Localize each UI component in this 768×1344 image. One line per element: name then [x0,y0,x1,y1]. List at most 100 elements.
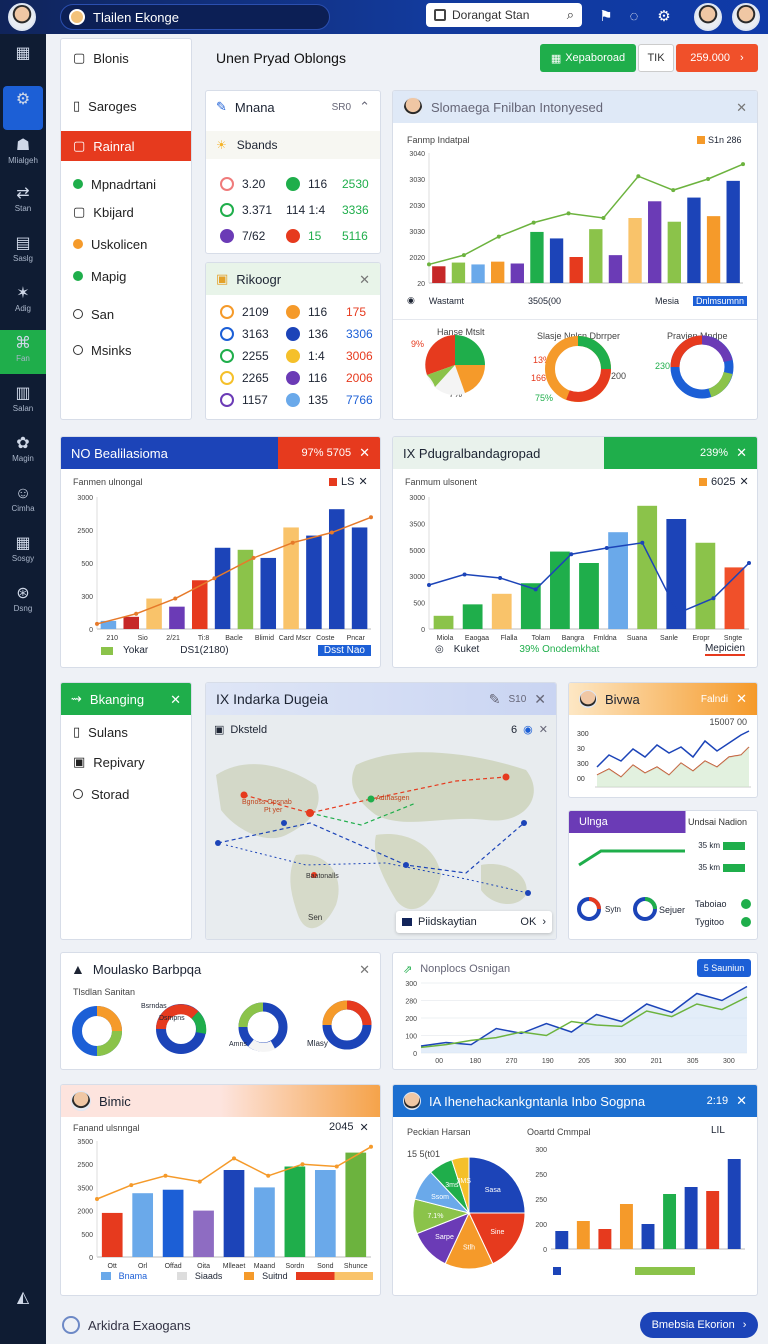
nav-item-6[interactable]: Mapig [61,261,191,291]
row-b-text: 116 [308,371,328,385]
close-icon[interactable]: ✕ [359,962,370,978]
close-icon[interactable]: ✕ [539,723,548,736]
settings-icon[interactable]: ⚙ [654,7,674,27]
legend-badge: S1n 286 [697,135,742,145]
map-marker[interactable] [215,840,221,846]
bivwa-sub: 15007 00 [709,717,747,727]
legend-swatch [177,1272,187,1280]
user-avatar[interactable] [8,3,36,31]
x-tick: Blimid [255,635,274,642]
bkanging-item-2[interactable]: Storad [61,779,191,809]
x-tick: Eropr [692,635,710,642]
trend-point [461,253,466,258]
nav-item-0[interactable]: ▢ Blonis [61,43,191,73]
primary-action-button[interactable]: ▦ Xepaboroad [540,44,636,72]
chat-icon[interactable]: ◌ [624,7,644,27]
trend-point [747,561,751,565]
rik-row-b: 136 [286,327,328,341]
status-icon [220,229,234,243]
rail-item-11[interactable]: ⊛ Dsng [0,580,46,624]
y-tick: 500 [81,1232,93,1239]
bar-b-legend: ◎ Kuket 39% Onodemkhat Mepicien [435,643,745,656]
map-marker[interactable] [306,809,314,817]
y-tick: 3500 [77,1185,93,1192]
bottom-action-button[interactable]: Bmebsia Ekorion › [640,1312,758,1338]
map-marker[interactable] [240,791,248,799]
nav-item-1[interactable]: ▯ Saroges [61,91,191,121]
value-button[interactable]: 259.000 › [676,44,758,72]
search-input[interactable]: Dorangat Stan ⌕ [426,3,582,27]
chevron-up-icon[interactable]: ⌃ [359,99,370,115]
map-marker[interactable] [502,773,510,781]
info-icon[interactable]: ◉ [523,723,533,736]
close-icon[interactable]: ✕ [736,1093,747,1109]
bkanging-item-0[interactable]: ▯ Sulans [61,717,191,747]
rail-icon: ⚙ [15,91,31,108]
account-avatar[interactable] [732,3,760,31]
rail-item-3[interactable]: ⇄ Stan [0,180,46,224]
close-icon[interactable]: ✕ [736,445,747,461]
x-tick: 00 [435,1058,443,1065]
trend-point [95,621,99,626]
close-icon[interactable]: ✕ [170,692,181,708]
nav-item-3[interactable]: Mpnadrtani [61,169,191,199]
rail-item-0[interactable]: ▦ [0,40,46,84]
app-title[interactable]: Tlailen Ekonge [60,4,330,30]
rail-item-4[interactable]: ▤ Saslg [0,230,46,274]
bkanging-item-1[interactable]: ▣ Repivary [61,747,191,777]
pie-chart: SasaSineStlhSarpe7.1%Ssom3ms3MS [412,1156,526,1270]
radio-icon [73,789,83,799]
rail-item-2[interactable]: ☗ Mlialgeh [0,132,46,176]
rail-item-1[interactable]: ⚙ [3,86,43,130]
share-icon[interactable]: ⚑ [596,7,616,27]
rail-item-5[interactable]: ✶ Adig [0,280,46,324]
close-icon[interactable]: ✕ [736,100,747,116]
bottom-bar: Arkidra Exaogans Bmebsia Ekorion › [46,1306,768,1344]
profile-avatar[interactable] [694,3,722,31]
rail-item-9[interactable]: ☺ Cimha [0,480,46,524]
edit-icon[interactable]: ✎ [489,691,501,708]
map-marker[interactable] [367,795,375,803]
legend-mid: Siaads [194,1271,223,1281]
tik-button[interactable]: TIK [638,44,674,72]
trend-point [129,1183,134,1188]
map-marker[interactable] [525,890,531,896]
close-icon[interactable]: ✕ [359,272,370,288]
x-tick: Sio [138,635,148,642]
rail-item-10[interactable]: ▦ Sosgy [0,530,46,574]
rail-label: Stan [14,204,32,213]
slice-label: Sasa [485,1187,501,1194]
close-icon[interactable]: ✕ [739,475,748,488]
map-marker[interactable] [403,862,409,868]
map-status-pill[interactable]: Piidskaytian OK › [396,911,552,933]
x-tick: 300 [614,1058,626,1065]
rail-item-12[interactable]: ◭ [0,1284,46,1328]
line-panel-button[interactable]: 5 Sauniun [697,959,751,977]
rail-item-7[interactable]: ▥ Salan [0,380,46,424]
nav-item-5[interactable]: Uskolicen [61,229,191,259]
map-view[interactable] [206,715,557,940]
y-tick: 5000 [409,548,425,555]
map-label: Baatonalls [306,873,339,880]
layers-icon[interactable]: ▣ [214,723,224,736]
nav-item-7[interactable]: San [61,299,191,329]
map-marker[interactable] [521,820,527,826]
bottom-left[interactable]: Arkidra Exaogans [62,1316,191,1334]
rail-item-8[interactable]: ✿ Magin [0,430,46,474]
sun-icon: ☀ [216,138,227,152]
close-icon[interactable]: ✕ [534,691,546,708]
close-icon[interactable]: ✕ [736,691,747,707]
close-icon[interactable]: ✕ [358,475,367,488]
trend-point [531,220,536,225]
close-icon[interactable]: ✕ [359,445,370,461]
nav-item-8[interactable]: Msinks [61,335,191,365]
nav-item-2[interactable]: ▢ Rainral [61,131,191,161]
ring-right-label: Taboiao [695,899,727,909]
close-icon[interactable]: ✕ [359,1121,368,1134]
nav-item-4[interactable]: ▢ Kbijard [61,197,191,227]
rail-item-6[interactable]: ⌘ Fan [0,330,46,374]
pill-right: OK [520,916,537,928]
map-marker[interactable] [281,820,287,826]
flag-icon [402,918,412,926]
bar [123,616,140,629]
